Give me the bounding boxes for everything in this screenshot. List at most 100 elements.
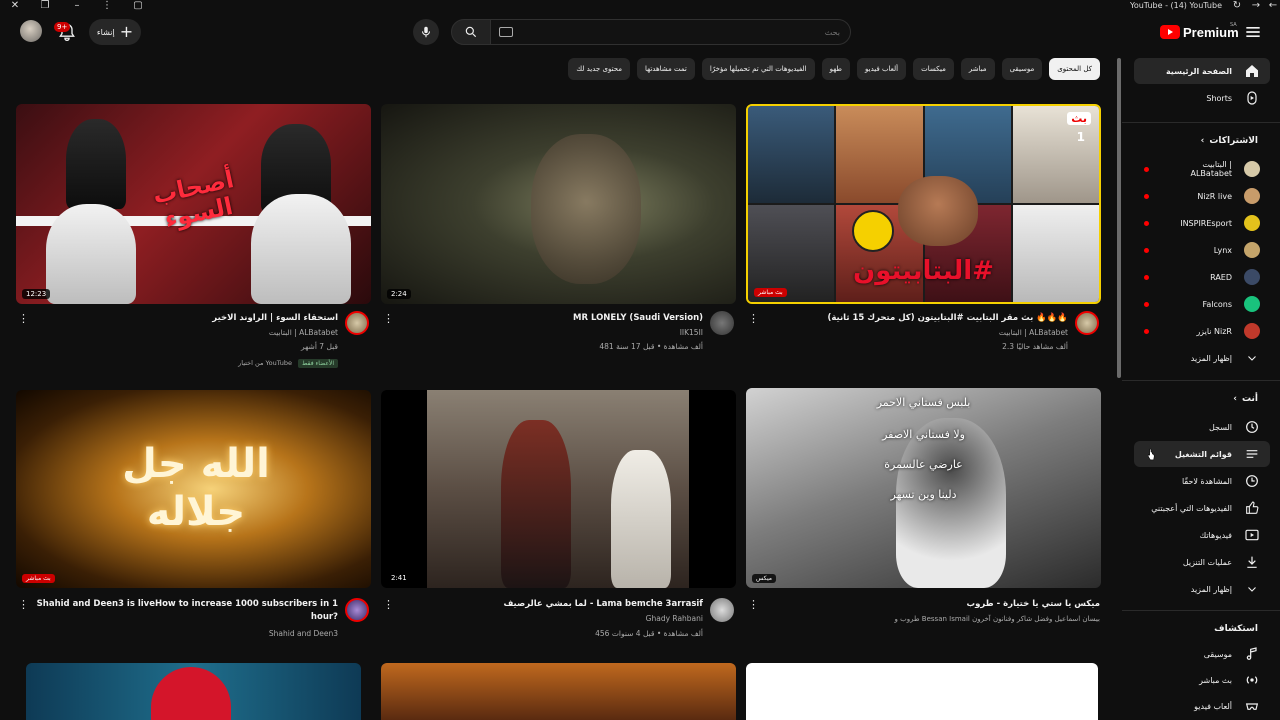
video-thumbnail[interactable]: الله جل جلاله بث مباشر bbox=[16, 390, 371, 588]
video-title[interactable]: لما بمشي عالرصيف - Lama bemche 3arrasif bbox=[395, 598, 703, 611]
channel-name[interactable]: البتابيت | ALBatabet bbox=[30, 327, 338, 339]
download-icon bbox=[1244, 554, 1260, 570]
video-title[interactable]: استحقاء السوء | الراوند الاخير bbox=[30, 312, 338, 325]
video-meta: 481 ألف مشاهدة • قبل 17 سنة bbox=[599, 342, 703, 351]
video-thumbnail[interactable]: أصحاب السوء 12:23 bbox=[16, 104, 371, 304]
channel-avatar[interactable] bbox=[345, 598, 369, 622]
chip-music[interactable]: موسيقى bbox=[1001, 58, 1043, 80]
hamburger-menu-icon[interactable] bbox=[1243, 22, 1263, 42]
chip-watched[interactable]: تمت مشاهدتها bbox=[636, 58, 695, 80]
back-icon[interactable]: ← bbox=[1266, 0, 1280, 12]
sidebar-item-your-videos[interactable]: فيديوهاتك bbox=[1134, 522, 1270, 548]
video-thumbnail[interactable] bbox=[26, 663, 361, 720]
chip-cooking[interactable]: طهو bbox=[821, 58, 851, 80]
you-header[interactable]: ‹ أنت bbox=[1233, 394, 1258, 404]
search-button[interactable] bbox=[451, 19, 491, 45]
sidebar-item-subscription[interactable]: RAED bbox=[1134, 264, 1270, 290]
filter-chips-bar: كل المحتوى موسيقى مباشر ميكسات ألعاب فيد… bbox=[568, 58, 1100, 80]
subscriptions-header[interactable]: ‹ الاشتراكات bbox=[1201, 136, 1258, 146]
voice-search-button[interactable] bbox=[413, 19, 439, 45]
calligraphy-text: الله جل جلاله bbox=[122, 441, 270, 535]
sidebar-item-music[interactable]: موسيقى bbox=[1134, 641, 1270, 667]
sidebar-item-gaming[interactable]: ألعاب فيديو bbox=[1134, 693, 1270, 719]
thumbnail-face-figure bbox=[531, 134, 641, 284]
chip-new-to-you[interactable]: محتوى جديد لك bbox=[568, 58, 630, 80]
search-input[interactable] bbox=[491, 19, 851, 45]
channel-name[interactable]: Shahid and Deen3 bbox=[30, 628, 338, 640]
video-thumbnail[interactable] bbox=[381, 663, 736, 720]
channel-avatar[interactable] bbox=[710, 598, 734, 622]
account-avatar[interactable] bbox=[20, 20, 42, 42]
chip-recently-uploaded[interactable]: الفيديوهات التي تم تحميلها مؤخرًا bbox=[701, 58, 815, 80]
youtube-premium-logo[interactable]: Premium bbox=[1160, 23, 1239, 41]
sidebar-item-downloads[interactable]: عمليات التنزيل bbox=[1134, 549, 1270, 575]
channel-avatar bbox=[1244, 296, 1260, 312]
video-thumbnail[interactable]: #البتابيتون بث 1 بث مباشر bbox=[746, 104, 1101, 304]
more-actions-icon[interactable]: ⋮ bbox=[748, 598, 759, 611]
sidebar-item-subscription[interactable]: Falcons bbox=[1134, 291, 1270, 317]
video-thumbnail[interactable]: 2:41 bbox=[381, 390, 736, 588]
more-actions-icon[interactable]: ⋮ bbox=[18, 312, 29, 325]
sidebar-divider bbox=[1122, 610, 1280, 611]
content-scrollbar[interactable] bbox=[1117, 58, 1121, 378]
video-thumbnail[interactable]: 2:24 bbox=[381, 104, 736, 304]
channel-name[interactable]: طروب و Bessan Ismail بيسان اسماعيل وفضل … bbox=[760, 613, 1100, 625]
chip-live[interactable]: مباشر bbox=[960, 58, 995, 80]
sidebar-item-liked-videos[interactable]: الفيديوهات التي أعجبتني bbox=[1134, 495, 1270, 521]
channel-avatar[interactable] bbox=[710, 311, 734, 335]
like-icon bbox=[1244, 500, 1260, 516]
video-tags-row: من اختيار YouTube الأعضاء فقط bbox=[30, 357, 338, 369]
live-indicator-icon bbox=[1144, 166, 1149, 172]
sidebar-item-subscription[interactable]: Lynx bbox=[1134, 237, 1270, 263]
lyrics-line: دلينا وين تسهر bbox=[890, 488, 957, 501]
more-actions-icon[interactable]: ⋮ bbox=[383, 312, 394, 325]
sidebar-item-history[interactable]: السجل bbox=[1134, 414, 1270, 440]
close-window-icon[interactable]: ✕ bbox=[8, 0, 22, 12]
window-menu-icon[interactable]: ⋮ bbox=[100, 0, 114, 12]
sidebar-show-more-subscriptions[interactable]: إظهار المزيد bbox=[1134, 345, 1270, 371]
chevron-left-icon: ‹ bbox=[1200, 136, 1205, 146]
keyboard-icon[interactable] bbox=[499, 27, 513, 37]
minimize-window-icon[interactable]: – bbox=[70, 0, 84, 12]
sidebar-item-home[interactable]: الصفحة الرئيسية bbox=[1134, 58, 1270, 84]
window-title: YouTube - (14) YouTube bbox=[1130, 1, 1222, 10]
channel-name[interactable]: IIK15II bbox=[395, 327, 703, 339]
video-title[interactable]: Shahid and Deen3 is liveHow to increase … bbox=[30, 598, 338, 624]
sidebar-item-subscription[interactable]: NizR live bbox=[1134, 183, 1270, 209]
chip-mixes[interactable]: ميكسات bbox=[913, 58, 954, 80]
sidebar-show-more-you[interactable]: إظهار المزيد bbox=[1134, 576, 1270, 602]
video-title[interactable]: ميكس يا ستي يا ختيارة - طروب bbox=[760, 598, 1100, 611]
you-title: أنت bbox=[1242, 394, 1258, 404]
more-actions-icon[interactable]: ⋮ bbox=[18, 598, 29, 611]
channel-avatar[interactable] bbox=[1075, 311, 1099, 335]
sidebar-item-shorts[interactable]: Shorts bbox=[1134, 85, 1270, 111]
sidebar-item-subscription[interactable]: البتابيت | ALBatabet bbox=[1134, 156, 1270, 182]
more-actions-icon[interactable]: ⋮ bbox=[748, 312, 759, 325]
forward-icon[interactable]: → bbox=[1249, 0, 1263, 12]
members-only-badge: الأعضاء فقط bbox=[297, 358, 338, 368]
reload-icon[interactable]: ↻ bbox=[1230, 0, 1244, 12]
video-thumbnail[interactable] bbox=[746, 663, 1098, 720]
sidebar-item-label: Lynx bbox=[1213, 245, 1232, 255]
more-actions-icon[interactable]: ⋮ bbox=[383, 598, 394, 611]
video-title[interactable]: MR LONELY (Saudi Version) bbox=[395, 312, 703, 325]
restore-window-icon[interactable]: ❐ bbox=[38, 0, 52, 12]
sidebar-item-live[interactable]: بث مباشر bbox=[1134, 667, 1270, 693]
channel-name[interactable]: Ghady Rahbani bbox=[395, 613, 703, 625]
shorts-icon bbox=[1244, 90, 1260, 106]
sidebar-item-subscription[interactable]: نايزر NizR bbox=[1134, 318, 1270, 344]
create-button[interactable]: إنشاء + bbox=[89, 19, 141, 45]
video-thumbnail[interactable]: بلبس فستاني الاحمر ولا فستاني الاصفر عار… bbox=[746, 388, 1101, 588]
sidebar-item-label: إظهار المزيد bbox=[1190, 353, 1232, 363]
video-title[interactable]: بث مقر البتابيت #البتابيتون (كل متحرك 15… bbox=[760, 312, 1068, 325]
sidebar-item-label: الفيديوهات التي أعجبتني bbox=[1151, 503, 1232, 513]
chip-gaming[interactable]: ألعاب فيديو bbox=[857, 58, 907, 80]
channel-name[interactable]: البتابيت | ALBatabet bbox=[760, 327, 1068, 339]
sidebar-item-watch-later[interactable]: المشاهدة لاحقًا bbox=[1134, 468, 1270, 494]
window-frame-icon[interactable]: ▢ bbox=[131, 0, 145, 12]
channel-avatar[interactable] bbox=[345, 311, 369, 335]
sidebar-item-subscription[interactable]: INSPIREsport bbox=[1134, 210, 1270, 236]
chip-all[interactable]: كل المحتوى bbox=[1049, 58, 1100, 80]
live-indicator-icon bbox=[1144, 274, 1149, 280]
channel-avatar bbox=[1244, 161, 1260, 177]
